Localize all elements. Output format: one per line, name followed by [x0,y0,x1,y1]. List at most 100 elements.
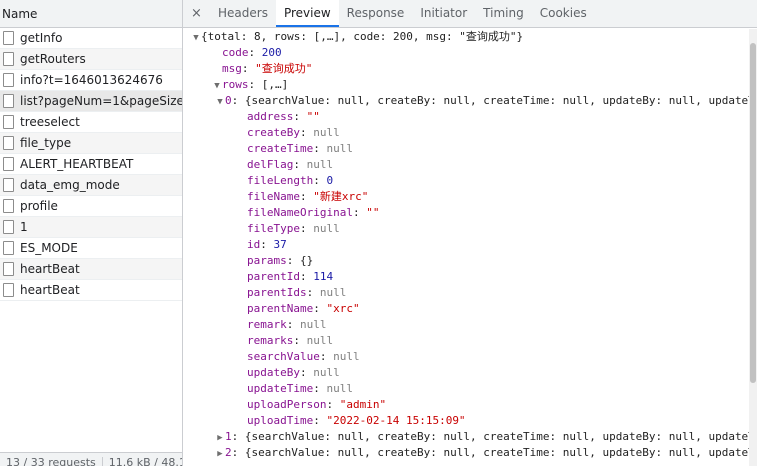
json-line: remarks: null [183,333,749,349]
json-line: fileType: null [183,221,749,237]
json-value: {total: 8, rows: [,…], code: 200, msg: "… [201,30,524,43]
json-line: parentName: "xrc" [183,301,749,317]
json-value: null [300,318,327,331]
json-value: null [326,142,353,155]
json-value: 200 [261,46,282,59]
json-key: updateTime [247,382,314,395]
json-key: remark [247,318,287,331]
json-value: : [306,286,320,299]
request-list-panel: Name getInfo getRouters info?t=16460136246… [0,0,183,466]
request-name: heartBeat [20,262,80,276]
request-rows: getInfo getRouters info?t=1646013624676 lis… [0,28,182,301]
expand-triangle-right-icon[interactable]: ▶ [215,430,225,446]
tab-headers[interactable]: Headers [210,0,276,27]
request-row[interactable]: info?t=1646013624676 [0,70,182,91]
json-value: : [241,62,256,75]
json-value: null [319,286,347,299]
expand-triangle-right-icon[interactable]: ▶ [215,446,225,462]
name-column-header[interactable]: Name [0,0,182,28]
document-icon [3,262,14,276]
tab-preview[interactable]: Preview [275,0,339,27]
json-key: 2 [225,446,232,459]
expand-triangle-down-icon[interactable]: ▼ [191,30,201,46]
request-name: profile [20,199,58,213]
json-key: updateBy [247,366,300,379]
json-value: : [286,318,300,331]
request-row[interactable]: getRouters [0,49,182,70]
request-name: ALERT_HEARTBEAT [20,157,134,171]
json-value: null [313,126,340,139]
json-value: : {} [286,254,314,267]
json-value: : {searchValue: null, createBy: null, cr… [231,446,749,459]
json-value: "" [306,110,320,123]
json-line: uploadTime: "2022-02-14 15:15:09" [183,413,749,429]
close-icon[interactable]: × [183,0,210,27]
json-key: fileLength [247,174,314,187]
json-key: remarks [247,334,294,347]
request-row[interactable]: getInfo [0,28,182,49]
json-key: 1 [225,430,232,443]
document-icon [3,178,14,192]
request-row[interactable]: data_emg_mode [0,175,182,196]
request-row[interactable]: 1 [0,217,182,238]
json-line: ▶ 1: {searchValue: null, createBy: null, … [183,429,749,445]
json-value: : [313,174,327,187]
request-row[interactable]: treeselect [0,112,182,133]
json-value: : [299,222,314,235]
request-row[interactable]: ALERT_HEARTBEAT [0,154,182,175]
json-line: address: "" [183,109,749,125]
json-value: : [313,142,327,155]
status-divider [101,457,103,466]
json-line: fileName: "新建xrc" [183,189,749,205]
tab-initiator[interactable]: Initiator [412,0,475,27]
json-key: id [247,238,261,251]
expand-triangle-down-icon[interactable]: ▼ [212,78,222,94]
scrollbar-thumb[interactable] [750,43,756,383]
json-line: fileNameOriginal: "" [183,205,749,221]
json-key: uploadPerson [247,398,327,411]
tab-cookies[interactable]: Cookies [532,0,595,27]
json-line: ▼ 0: {searchValue: null, createBy: null, … [183,93,749,109]
detail-tab-bar: × Headers Preview Response Initiator Timing C… [183,0,757,28]
tab-response[interactable]: Response [339,0,413,27]
json-line: params: {} [183,253,749,269]
request-name: data_emg_mode [20,178,120,192]
json-value: 37 [273,238,287,251]
request-row[interactable]: heartBeat [0,280,182,301]
document-icon [3,31,14,45]
json-line: ▼ rows: [,…] [183,77,749,93]
document-icon [3,136,14,150]
request-name: treeselect [20,115,80,129]
request-row[interactable]: heartBeat [0,259,182,280]
request-row[interactable]: file_type [0,133,182,154]
json-value: : [319,350,334,363]
request-row[interactable]: profile [0,196,182,217]
request-name: list?pageNum=1&pageSize... [20,94,182,108]
json-key: delFlag [247,158,294,171]
json-key: msg [222,62,242,75]
json-value: "xrc" [326,302,360,315]
request-name: file_type [20,136,72,150]
json-value: 0 [326,174,334,187]
status-bar: 13 / 33 requests 11.6 kB / 48.1 [0,452,182,466]
document-icon [3,241,14,255]
json-value: : [293,334,307,347]
expand-triangle-down-icon[interactable]: ▼ [215,94,225,110]
tab-timing[interactable]: Timing [475,0,532,27]
vertical-scrollbar[interactable] [749,29,757,466]
json-key: address [247,110,294,123]
request-name: heartBeat [20,283,80,297]
json-value: "查询成功" [255,62,313,75]
document-icon [3,73,14,87]
request-row[interactable]: list?pageNum=1&pageSize... [0,91,182,112]
json-value: "" [366,206,380,219]
json-key: createTime [247,142,314,155]
json-value: : [,…] [248,78,289,91]
request-row[interactable]: ES_MODE [0,238,182,259]
json-line: id: 37 [183,237,749,253]
json-key: fileName [247,190,300,203]
json-value: null [313,222,340,235]
json-value: null [326,382,353,395]
document-icon [3,115,14,129]
json-value: : [299,126,314,139]
